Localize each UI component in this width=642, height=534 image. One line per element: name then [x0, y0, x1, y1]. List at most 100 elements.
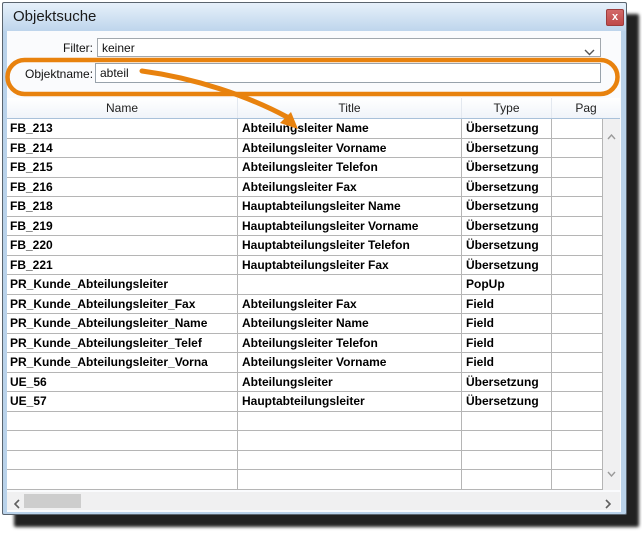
cell-type: Übersetzung	[462, 236, 552, 255]
cell-type: Übersetzung	[462, 178, 552, 197]
cell-page	[552, 353, 603, 372]
window-title: Objektsuche	[13, 8, 96, 25]
column-header-page[interactable]: Pag	[552, 98, 620, 118]
table-row[interactable]: FB_214 Abteilungsleiter Vorname Übersetz…	[7, 139, 603, 159]
cell-page	[552, 119, 603, 138]
cell-name: PR_Kunde_Abteilungsleiter_Fax	[7, 295, 238, 314]
cell-type: Übersetzung	[462, 392, 552, 411]
cell-page	[552, 334, 603, 353]
cell-page	[552, 178, 603, 197]
table-row[interactable]: UE_57 Hauptabteilungsleiter Übersetzung	[7, 392, 603, 412]
cell-name: PR_Kunde_Abteilungsleiter_Vorna	[7, 353, 238, 372]
column-header-name[interactable]: ▲ Name	[7, 98, 238, 118]
filter-label: Filter:	[27, 41, 93, 55]
cell-page	[552, 217, 603, 236]
cell-name: UE_56	[7, 373, 238, 392]
table-row[interactable]: PR_Kunde_Abteilungsleiter_Telef Abteilun…	[7, 334, 603, 354]
cell-page	[552, 139, 603, 158]
cell-title: Hauptabteilungsleiter Fax	[238, 256, 462, 275]
cell-page	[552, 158, 603, 177]
cell-type: PopUp	[462, 275, 552, 294]
vertical-scrollbar[interactable]	[603, 119, 620, 490]
cell-title: Abteilungsleiter Name	[238, 314, 462, 333]
titlebar[interactable]: Objektsuche x	[3, 3, 626, 31]
empty-row[interactable]	[7, 412, 603, 432]
empty-row[interactable]	[7, 431, 603, 451]
cell-title: Abteilungsleiter Telefon	[238, 334, 462, 353]
objektname-input[interactable]	[95, 63, 601, 83]
cell-name: FB_216	[7, 178, 238, 197]
dialog-body: Filter: keiner Objektname: ▲ Name Title …	[7, 31, 621, 512]
cell-page	[552, 236, 603, 255]
table-row[interactable]: FB_215 Abteilungsleiter Telefon Übersetz…	[7, 158, 603, 178]
scrollbar-thumb[interactable]	[24, 494, 81, 508]
cell-type: Field	[462, 353, 552, 372]
cell-page	[552, 197, 603, 216]
cell-name: PR_Kunde_Abteilungsleiter	[7, 275, 238, 294]
table-row[interactable]: FB_221 Hauptabteilungsleiter Fax Überset…	[7, 256, 603, 276]
scroll-up-icon[interactable]	[607, 127, 616, 145]
empty-row[interactable]	[7, 451, 603, 471]
cell-title: Hauptabteilungsleiter Telefon	[238, 236, 462, 255]
table-row[interactable]: FB_220 Hauptabteilungsleiter Telefon Übe…	[7, 236, 603, 256]
cell-name: FB_220	[7, 236, 238, 255]
cell-title: Abteilungsleiter Vorname	[238, 353, 462, 372]
scroll-down-icon[interactable]	[607, 464, 616, 482]
table-row[interactable]: PR_Kunde_Abteilungsleiter_Vorna Abteilun…	[7, 353, 603, 373]
table-row[interactable]: PR_Kunde_Abteilungsleiter_Fax Abteilungs…	[7, 295, 603, 315]
table-row[interactable]: PR_Kunde_Abteilungsleiter PopUp	[7, 275, 603, 295]
cell-page	[552, 295, 603, 314]
cell-type: Übersetzung	[462, 119, 552, 138]
cell-type: Übersetzung	[462, 158, 552, 177]
objektname-label: Objektname:	[25, 67, 93, 81]
column-header-title[interactable]: Title	[238, 98, 462, 118]
horizontal-scrollbar[interactable]	[7, 492, 620, 510]
objektsuche-window: Objektsuche x Filter: keiner Objektname:…	[2, 2, 627, 515]
cell-title: Abteilungsleiter Fax	[238, 178, 462, 197]
cell-title: Abteilungsleiter Vorname	[238, 139, 462, 158]
cell-type: Übersetzung	[462, 139, 552, 158]
scroll-right-icon[interactable]	[605, 496, 611, 514]
cell-name: PR_Kunde_Abteilungsleiter_Telef	[7, 334, 238, 353]
cell-name: FB_221	[7, 256, 238, 275]
cell-title: Hauptabteilungsleiter Vorname	[238, 217, 462, 236]
cell-page	[552, 314, 603, 333]
chevron-down-icon	[584, 45, 595, 59]
sort-ascending-icon: ▲	[7, 98, 237, 99]
cell-type: Field	[462, 314, 552, 333]
grid-header: ▲ Name Title Type Pag	[7, 98, 620, 119]
cell-name: UE_57	[7, 392, 238, 411]
table-row[interactable]: FB_213 Abteilungsleiter Name Übersetzung	[7, 119, 603, 139]
cell-type: Übersetzung	[462, 197, 552, 216]
table-row[interactable]: PR_Kunde_Abteilungsleiter_Name Abteilung…	[7, 314, 603, 334]
cell-page	[552, 275, 603, 294]
cell-title: Abteilungsleiter Telefon	[238, 158, 462, 177]
cell-title: Abteilungsleiter Name	[238, 119, 462, 138]
cell-type: Übersetzung	[462, 373, 552, 392]
cell-name: FB_215	[7, 158, 238, 177]
close-button[interactable]: x	[606, 9, 624, 26]
filter-dropdown[interactable]: keiner	[97, 38, 601, 57]
cell-name: FB_218	[7, 197, 238, 216]
table-row[interactable]: UE_56 Abteilungsleiter Übersetzung	[7, 373, 603, 393]
cell-name: FB_219	[7, 217, 238, 236]
cell-name: FB_214	[7, 139, 238, 158]
table-row[interactable]: FB_216 Abteilungsleiter Fax Übersetzung	[7, 178, 603, 198]
cell-title: Abteilungsleiter Fax	[238, 295, 462, 314]
cell-page	[552, 256, 603, 275]
empty-row[interactable]	[7, 470, 603, 490]
cell-type: Field	[462, 295, 552, 314]
close-icon: x	[612, 11, 618, 23]
cell-title: Hauptabteilungsleiter	[238, 392, 462, 411]
table-row[interactable]: FB_218 Hauptabteilungsleiter Name Überse…	[7, 197, 603, 217]
column-header-type[interactable]: Type	[462, 98, 552, 118]
scroll-left-icon[interactable]	[14, 496, 20, 514]
cell-name: PR_Kunde_Abteilungsleiter_Name	[7, 314, 238, 333]
table-row[interactable]: FB_219 Hauptabteilungsleiter Vorname Übe…	[7, 217, 603, 237]
cell-type: Field	[462, 334, 552, 353]
cell-title	[238, 275, 462, 294]
cell-name: FB_213	[7, 119, 238, 138]
cell-page	[552, 392, 603, 411]
cell-page	[552, 373, 603, 392]
cell-title: Abteilungsleiter	[238, 373, 462, 392]
